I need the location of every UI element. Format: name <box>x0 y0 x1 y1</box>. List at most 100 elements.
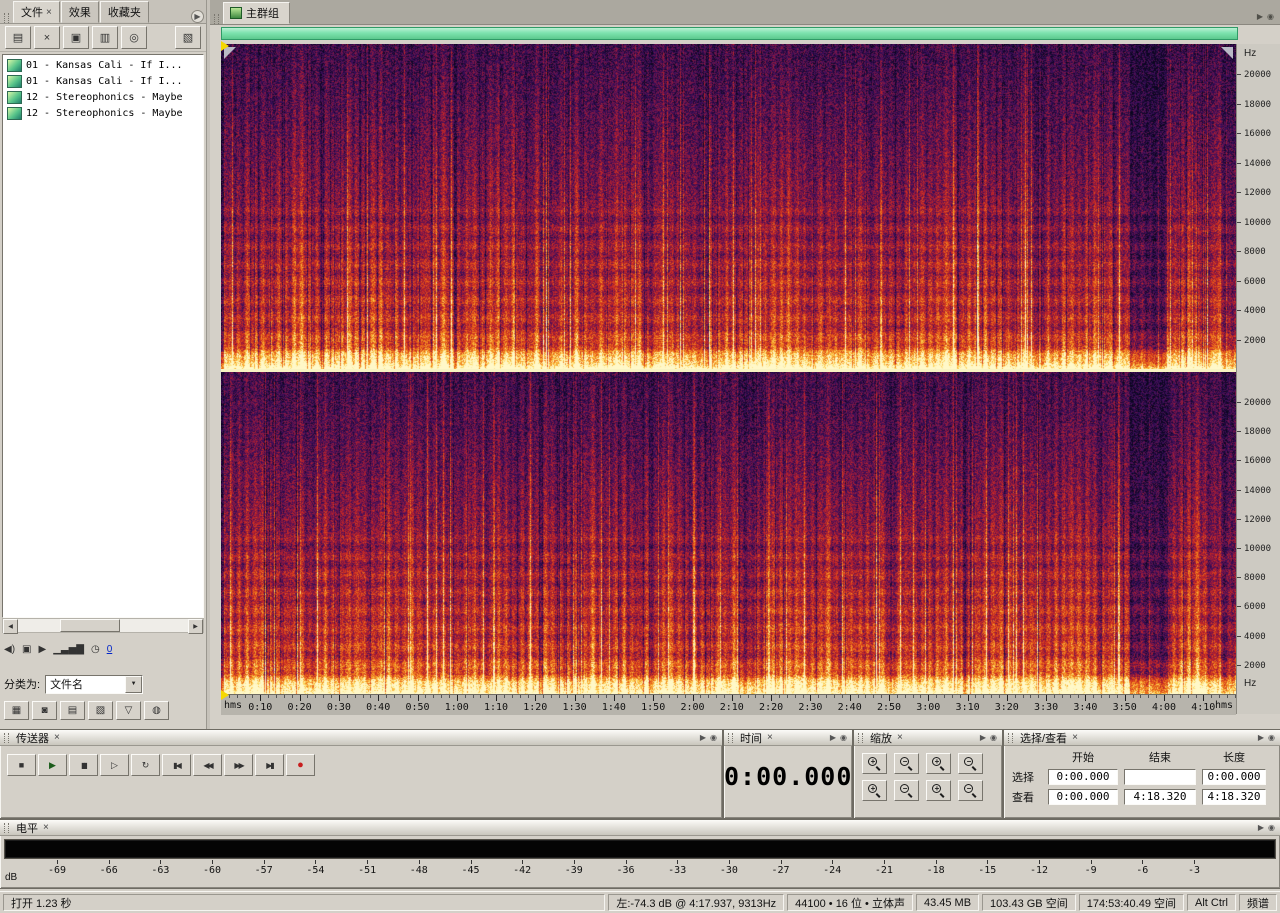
panel-target-icon[interactable]: ◉ <box>1268 823 1275 832</box>
playhead-handle-bottom[interactable] <box>221 690 229 700</box>
panel-target-icon[interactable]: ◉ <box>1268 733 1275 742</box>
go-to-end-button[interactable]: ▶▮ <box>255 754 284 776</box>
import-file-button[interactable]: ▤ <box>5 26 31 49</box>
zoom-out-vertical-button[interactable]: − <box>958 753 983 774</box>
loop-count-link[interactable]: 0 <box>107 644 113 655</box>
view-start-input[interactable]: 0:00.000 <box>1048 789 1118 805</box>
close-file-button[interactable]: × <box>34 26 60 49</box>
files-toggle-3-button[interactable]: ▤ <box>60 701 85 720</box>
record-button[interactable]: ● <box>286 754 315 776</box>
panel-grip[interactable] <box>728 732 733 743</box>
timeline-navigator[interactable] <box>221 27 1238 40</box>
panel-grip[interactable] <box>214 14 219 24</box>
playhead-handle-top[interactable] <box>221 41 229 51</box>
ruler-tick <box>535 695 537 701</box>
files-toggle-6-button[interactable]: ◍ <box>144 701 169 720</box>
view-length-input[interactable]: 4:18.320 <box>1202 789 1266 805</box>
scrollbar-thumb[interactable] <box>60 619 120 632</box>
panel-grip[interactable] <box>1008 732 1013 743</box>
close-icon[interactable]: × <box>1072 732 1078 743</box>
zoom-in-horizontal-button[interactable]: + <box>862 753 887 774</box>
view-end-input[interactable]: 4:18.320 <box>1124 789 1196 805</box>
speaker-icon[interactable]: ◀) <box>4 644 15 655</box>
time-ruler[interactable]: hms hms 0:10 0:20 0:30 0:40 0:50 1:00 1:10 1:20… <box>221 694 1236 715</box>
play-looped-button[interactable]: ↻ <box>131 754 160 776</box>
insert-into-cd-button[interactable]: ◎ <box>121 26 147 49</box>
close-icon[interactable]: × <box>897 732 903 743</box>
panel-grip[interactable] <box>4 13 9 23</box>
chevron-down-icon[interactable]: ▼ <box>125 675 143 693</box>
files-toggle-1-button[interactable]: ▦ <box>4 701 29 720</box>
close-icon[interactable]: × <box>46 7 52 18</box>
stop-button[interactable]: ■ <box>7 754 36 776</box>
panel-menu-icon[interactable]: ▶ <box>830 733 836 742</box>
files-toggle-filter-button[interactable]: ▽ <box>116 701 141 720</box>
panel-menu-icon[interactable]: ▶ <box>1258 733 1264 742</box>
scroll-left-icon[interactable]: ◀ <box>3 619 18 634</box>
file-list-item[interactable]: 01 - Kansas Cali - If I... <box>3 73 203 89</box>
frequency-scale[interactable]: 20000 18000 16000 14000 12000 10000 8000 6000 40… <box>1236 44 1280 714</box>
play-button[interactable]: ▶ <box>38 754 67 776</box>
preview-play-icon[interactable]: ▶ <box>38 644 46 655</box>
ruler-tick <box>857 695 859 698</box>
tab-scroll-right-icon[interactable]: ▶ <box>191 10 204 23</box>
panel-menu-icon[interactable]: ▶ <box>980 733 986 742</box>
panel-grip[interactable] <box>4 822 9 833</box>
panel-target-icon[interactable]: ◉ <box>1267 12 1274 21</box>
zoom-out-full-button[interactable]: − <box>894 780 919 801</box>
close-icon[interactable]: × <box>767 732 773 743</box>
zoom-selection-left-edge-button[interactable]: + <box>926 780 951 801</box>
panel-grip[interactable] <box>858 732 863 743</box>
panel-target-icon[interactable]: ◉ <box>990 733 997 742</box>
edit-original-button[interactable]: ▣ <box>63 26 89 49</box>
tab-effects[interactable]: 效果 <box>60 1 99 23</box>
ruler-tick <box>299 695 301 701</box>
files-toggle-2-button[interactable]: ◙ <box>32 701 57 720</box>
panel-menu-icon[interactable]: ▶ <box>1257 12 1263 21</box>
close-icon[interactable]: × <box>43 822 49 833</box>
zoom-out-horizontal-button[interactable]: − <box>894 753 919 774</box>
files-toggle-4-button[interactable]: ▧ <box>88 701 113 720</box>
file-list-item[interactable]: 01 - Kansas Cali - If I... <box>3 57 203 73</box>
level-meter[interactable] <box>4 839 1276 859</box>
zoom-selection-right-edge-button[interactable]: − <box>958 780 983 801</box>
file-list[interactable]: 01 - Kansas Cali - If I... 01 - Kansas Ca… <box>2 54 204 618</box>
panel-menu-icon[interactable]: ▶ <box>1258 823 1264 832</box>
panel-options-button[interactable]: ▧ <box>175 26 201 49</box>
selection-end-input[interactable] <box>1124 769 1196 785</box>
panel-target-icon[interactable]: ◉ <box>840 733 847 742</box>
rewind-button[interactable]: ◀◀ <box>193 754 222 776</box>
loop-clock-icon[interactable]: ◷ <box>91 644 100 655</box>
file-list-item[interactable]: 12 - Stereophonics - Maybe <box>3 89 203 105</box>
file-list-item[interactable]: 12 - Stereophonics - Maybe <box>3 105 203 121</box>
scrollbar-track[interactable] <box>18 619 188 632</box>
scroll-right-icon[interactable]: ▶ <box>188 619 203 634</box>
selection-length-input[interactable]: 0:00.000 <box>1202 769 1266 785</box>
selection-handle-top-right[interactable] <box>1221 47 1233 59</box>
tab-favorites[interactable]: 收藏夹 <box>99 1 149 23</box>
go-to-beginning-button[interactable]: ▮◀ <box>162 754 191 776</box>
autoplay-toggle-icon[interactable]: ▣ <box>22 644 31 655</box>
zoom-in-vertical-button[interactable]: + <box>926 753 951 774</box>
sort-select[interactable]: 文件名 ▼ <box>45 674 144 694</box>
spectrogram-left-channel[interactable] <box>221 44 1236 369</box>
selection-start-input[interactable]: 0:00.000 <box>1048 769 1118 785</box>
fast-forward-button[interactable]: ▶▶ <box>224 754 253 776</box>
tab-files[interactable]: 文件 × <box>13 1 60 23</box>
status-view-mode[interactable]: 频谱 <box>1239 894 1277 911</box>
tab-main-group[interactable]: 主群组 <box>223 2 290 24</box>
insert-into-multitrack-button[interactable]: ▥ <box>92 26 118 49</box>
panel-grip[interactable] <box>4 732 9 743</box>
preview-volume-slider[interactable]: ▁▃▅▇ <box>53 644 84 655</box>
play-from-cursor-button[interactable]: ▷ <box>100 754 129 776</box>
level-label: -66 <box>99 865 118 876</box>
file-list-hscrollbar[interactable]: ◀ ▶ <box>2 618 204 634</box>
spectrogram-right-channel[interactable] <box>221 372 1236 694</box>
pause-button[interactable]: ▮▮ <box>69 754 98 776</box>
zoom-to-selection-button[interactable]: + <box>862 780 887 801</box>
zoom-buttons: + − + − + − + − <box>854 746 1002 801</box>
close-icon[interactable]: × <box>54 732 60 743</box>
panel-menu-icon[interactable]: ▶ <box>700 733 706 742</box>
selection-view-header: 选择/查看 × ▶ ◉ <box>1004 730 1280 746</box>
panel-target-icon[interactable]: ◉ <box>710 733 717 742</box>
